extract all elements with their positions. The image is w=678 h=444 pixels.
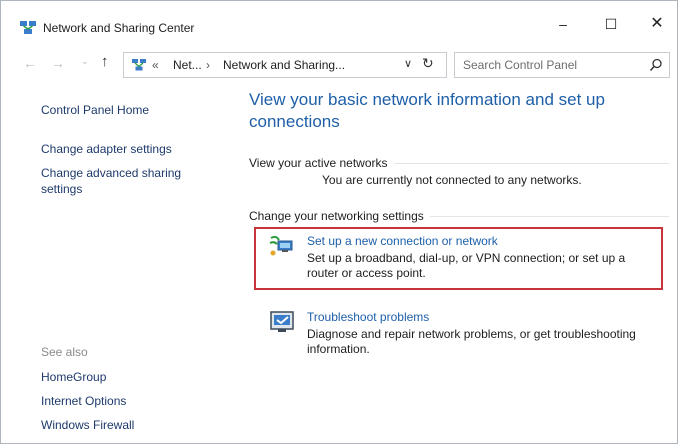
breadcrumb-network-sharing[interactable]: Network and Sharing... <box>223 58 345 72</box>
navigation-bar: ← → ⌄ ↑ « Net... › Network and Sharing..… <box>1 49 677 79</box>
search-box[interactable] <box>454 52 670 78</box>
title-bar: Network and Sharing Center – ☐ ✕ <box>1 1 677 39</box>
section-divider <box>393 162 669 164</box>
page-title: View your basic network information and … <box>249 90 605 131</box>
search-icon[interactable] <box>649 58 663 72</box>
window-title: Network and Sharing Center <box>43 21 195 35</box>
section-divider <box>429 215 669 217</box>
setup-connection-link[interactable]: Set up a new connection or network <box>307 234 498 248</box>
change-adapter-settings-link[interactable]: Change adapter settings <box>41 141 172 157</box>
network-setup-icon <box>269 235 293 256</box>
connection-status-text: You are currently not connected to any n… <box>322 173 582 187</box>
task-troubleshoot: Troubleshoot problems Diagnose and repai… <box>269 310 665 360</box>
close-button[interactable]: ✕ <box>644 13 670 35</box>
troubleshoot-problems-link[interactable]: Troubleshoot problems <box>307 310 429 324</box>
internet-options-link[interactable]: Internet Options <box>41 393 126 409</box>
network-app-icon <box>20 21 36 34</box>
forward-button[interactable]: → <box>51 55 65 71</box>
homegroup-link[interactable]: HomeGroup <box>41 369 106 385</box>
setup-connection-description: Set up a broadband, dial-up, or VPN conn… <box>307 251 626 280</box>
see-also-heading: See also <box>41 345 88 359</box>
windows-firewall-link[interactable]: Windows Firewall <box>41 417 134 433</box>
network-sharing-center-window: Network and Sharing Center – ☐ ✕ ← → ⌄ ↑… <box>0 0 678 444</box>
refresh-icon[interactable]: ↻ <box>422 55 434 72</box>
recent-locations-button[interactable]: ⌄ <box>81 56 89 67</box>
change-advanced-sharing-link[interactable]: Change advanced sharing settings <box>41 165 201 197</box>
networking-settings-section: Change your networking settings <box>249 208 669 224</box>
control-panel-home-link[interactable]: Control Panel Home <box>41 102 149 118</box>
network-location-icon <box>132 59 146 71</box>
maximize-button[interactable]: ☐ <box>598 13 624 35</box>
address-bar[interactable]: « Net... › Network and Sharing... ∨ ↻ <box>123 52 447 78</box>
active-networks-heading: View your active networks <box>249 156 388 170</box>
back-button[interactable]: ← <box>23 55 37 71</box>
active-networks-section: View your active networks <box>249 155 669 171</box>
breadcrumb-separator[interactable]: › <box>206 58 210 72</box>
search-input[interactable] <box>463 57 643 73</box>
troubleshoot-description: Diagnose and repair network problems, or… <box>307 327 636 356</box>
up-button[interactable]: ↑ <box>101 53 109 70</box>
troubleshoot-icon <box>270 311 294 332</box>
left-navigation-pane: Control Panel Home Change adapter settin… <box>1 91 231 441</box>
breadcrumb-overflow[interactable]: « <box>152 58 159 72</box>
networking-settings-heading: Change your networking settings <box>249 209 424 223</box>
breadcrumb-network-internet[interactable]: Net... <box>173 58 202 72</box>
task-setup-connection: Set up a new connection or network Set u… <box>269 234 665 290</box>
address-dropdown-icon[interactable]: ∨ <box>404 57 412 70</box>
minimize-button[interactable]: – <box>550 13 576 35</box>
